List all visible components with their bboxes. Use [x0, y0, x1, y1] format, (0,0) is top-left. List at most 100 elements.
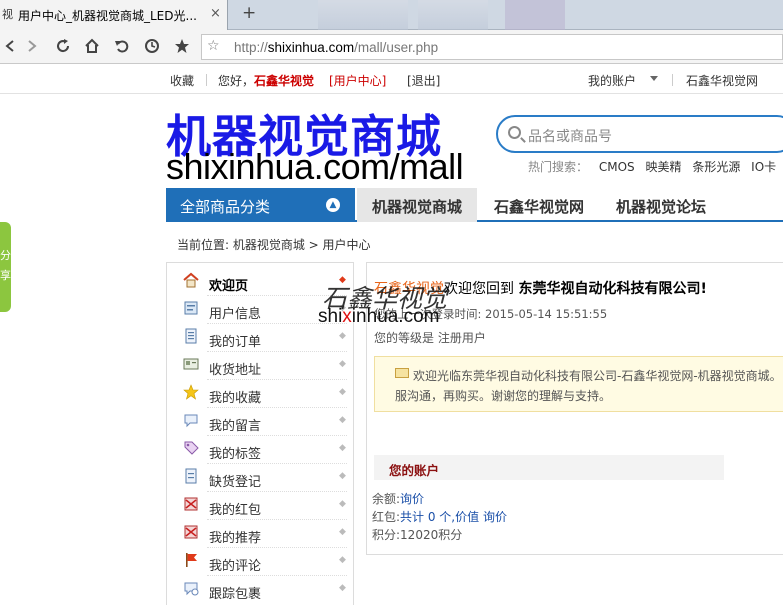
menu-item-label: 我的评论 [209, 559, 262, 574]
arrow-icon: ◆ [339, 583, 346, 593]
welcome-message: 石鑫华视觉欢迎您回到 东莞华视自动化科技有限公司! [374, 281, 707, 297]
search-box[interactable]: 品名或商品号 [496, 115, 783, 153]
tag-icon [184, 441, 199, 455]
undo-icon[interactable] [114, 38, 130, 54]
share-side-tab[interactable]: 分享 [0, 222, 11, 312]
arrow-icon: ◆ [339, 499, 346, 509]
hot-search-term[interactable]: CMOS [599, 160, 635, 174]
collapse-arrow-icon: ▲ [326, 198, 340, 212]
user-center-link[interactable]: [用户中心] [329, 72, 386, 89]
background-tab[interactable] [318, 0, 408, 30]
package-icon [184, 582, 199, 596]
background-tab[interactable] [505, 0, 565, 30]
home-icon[interactable] [84, 38, 100, 54]
history-icon[interactable] [144, 38, 160, 54]
nav-item-forum[interactable]: 机器视觉论坛 [606, 188, 716, 222]
chevron-down-icon[interactable] [650, 76, 658, 82]
username-link[interactable]: 石鑫华视觉 [254, 72, 314, 89]
search-input[interactable]: 品名或商品号 [528, 126, 612, 146]
menu-item-label: 我的留言 [209, 419, 262, 434]
menu-item-label: 缺货登记 [209, 475, 262, 490]
notice-line: 欢迎光临东莞华视自动化科技有限公司-石鑫华视觉网-机器视觉商城。 [413, 369, 782, 383]
arrow-icon: ◆ [339, 415, 346, 425]
favorites-link[interactable]: 收藏 [170, 72, 194, 89]
hot-search-term[interactable]: 条形光源 [692, 160, 740, 174]
menu-item-red-packets[interactable]: 我的红包 ◆ [167, 491, 353, 520]
red-packet-value-link[interactable]: 共计 0 个,价值 询价 [400, 510, 507, 524]
menu-item-label: 我的订单 [209, 335, 262, 350]
reload-icon[interactable] [55, 38, 71, 54]
menu-item-label: 我的标签 [209, 447, 262, 462]
comment-icon [186, 553, 197, 567]
menu-item-address[interactable]: 收货地址 ◆ [167, 351, 353, 380]
welcome-notice: 欢迎光临东莞华视自动化科技有限公司-石鑫华视觉网-机器视觉商城。 服沟通，再购买… [374, 356, 783, 412]
menu-item-favorites[interactable]: 我的收藏 ◆ [167, 379, 353, 408]
breadcrumb: 当前位置: 机器视觉商城 > 用户中心 [177, 238, 371, 252]
menu-item-out-of-stock[interactable]: 缺货登记 ◆ [167, 463, 353, 492]
all-categories-label: 全部商品分类 [180, 198, 271, 216]
forward-icon[interactable] [26, 39, 38, 53]
balance-row: 余额:询价 [372, 490, 424, 507]
background-tab[interactable] [418, 0, 488, 30]
browser-tab-strip: 视 用户中心_机器视觉商城_LED光... × + [0, 0, 783, 30]
back-icon[interactable] [4, 39, 16, 53]
tab-title: 用户中心_机器视觉商城_LED光... [18, 9, 197, 23]
logo-domain[interactable]: shixinhua.com/mall [166, 146, 464, 188]
url-text[interactable]: http://shixinhua.com/mall/user.php [234, 40, 438, 55]
home-icon [183, 272, 199, 288]
divider [206, 74, 207, 86]
balance-value-link[interactable]: 询价 [400, 492, 424, 506]
share-label: 分享 [0, 249, 11, 282]
menu-item-user-info[interactable]: 用户信息 ◆ [167, 295, 353, 324]
site-topbar: 收藏 您好， 石鑫华视觉 [用户中心] [退出] 我的账户 石鑫华视觉网 [0, 64, 783, 94]
user-level: 您的等级是 注册用户 [374, 331, 486, 345]
nav-item-vision-site[interactable]: 石鑫华视觉网 [481, 188, 597, 222]
logout-link[interactable]: [退出] [407, 72, 440, 89]
arrow-icon: ◆ [339, 387, 346, 397]
arrow-icon: ◆ [339, 303, 346, 313]
menu-item-welcome[interactable]: 欢迎页 ◆ [167, 267, 353, 296]
balance-label: 余额: [372, 492, 401, 506]
arrow-icon: ◆ [339, 359, 346, 369]
hot-search-label: 热门搜索： [528, 160, 589, 174]
menu-item-track-package[interactable]: 跟踪包裹 ◆ [167, 575, 353, 603]
menu-item-tags[interactable]: 我的标签 ◆ [167, 435, 353, 464]
menu-item-label: 我的收藏 [209, 391, 262, 406]
red-packet-label: 红包: [372, 510, 401, 524]
browser-tab[interactable]: 视 用户中心_机器视觉商城_LED光... × [0, 0, 228, 30]
favorite-star-icon[interactable]: ☆ [207, 38, 220, 54]
site-favicon-icon: 视 [2, 8, 13, 21]
new-tab-icon[interactable]: + [242, 3, 256, 23]
hot-search-term[interactable]: IO卡 [751, 160, 776, 174]
site-link[interactable]: 石鑫华视觉网 [686, 72, 758, 89]
menu-item-label: 我的推荐 [209, 531, 262, 546]
address-bar[interactable]: ☆ http://shixinhua.com/mall/user.php [201, 34, 783, 60]
menu-item-messages[interactable]: 我的留言 ◆ [167, 407, 353, 436]
nav-item-mall[interactable]: 机器视觉商城 [357, 188, 477, 222]
greeting-text: 您好， [218, 74, 255, 88]
my-account-dropdown[interactable]: 我的账户 [588, 72, 636, 89]
notice-line: 服沟通，再购买。谢谢您的理解与支持。 [395, 389, 612, 403]
divider [672, 74, 673, 86]
arrow-icon: ◆ [339, 471, 346, 481]
last-login-time: 您的上一次登录时间: 2015-05-14 15:51:55 [374, 307, 608, 321]
company-name: 东莞华视自动化科技有限公司! [518, 281, 707, 297]
account-title: 您的账户 [389, 463, 440, 478]
hot-search-term[interactable]: 映美精 [645, 160, 681, 174]
menu-item-label: 我的红包 [209, 503, 262, 518]
address-icon [183, 358, 199, 370]
register-icon [185, 468, 197, 484]
account-section-header: 您的账户 [374, 455, 724, 480]
bookmark-star-icon[interactable] [174, 38, 190, 54]
menu-item-label: 用户信息 [209, 307, 262, 322]
close-tab-icon[interactable]: × [210, 6, 221, 21]
menu-item-comments[interactable]: 我的评论 ◆ [167, 547, 353, 576]
recommend-icon [184, 525, 198, 539]
menu-item-recommend[interactable]: 我的推荐 ◆ [167, 519, 353, 548]
arrow-icon: ◆ [339, 527, 346, 537]
all-categories-button[interactable]: 全部商品分类 ▲ [166, 188, 355, 222]
arrow-icon: ◆ [339, 275, 346, 285]
star-icon [183, 384, 199, 400]
envelope-icon [395, 368, 409, 378]
menu-item-orders[interactable]: 我的订单 ◆ [167, 323, 353, 352]
